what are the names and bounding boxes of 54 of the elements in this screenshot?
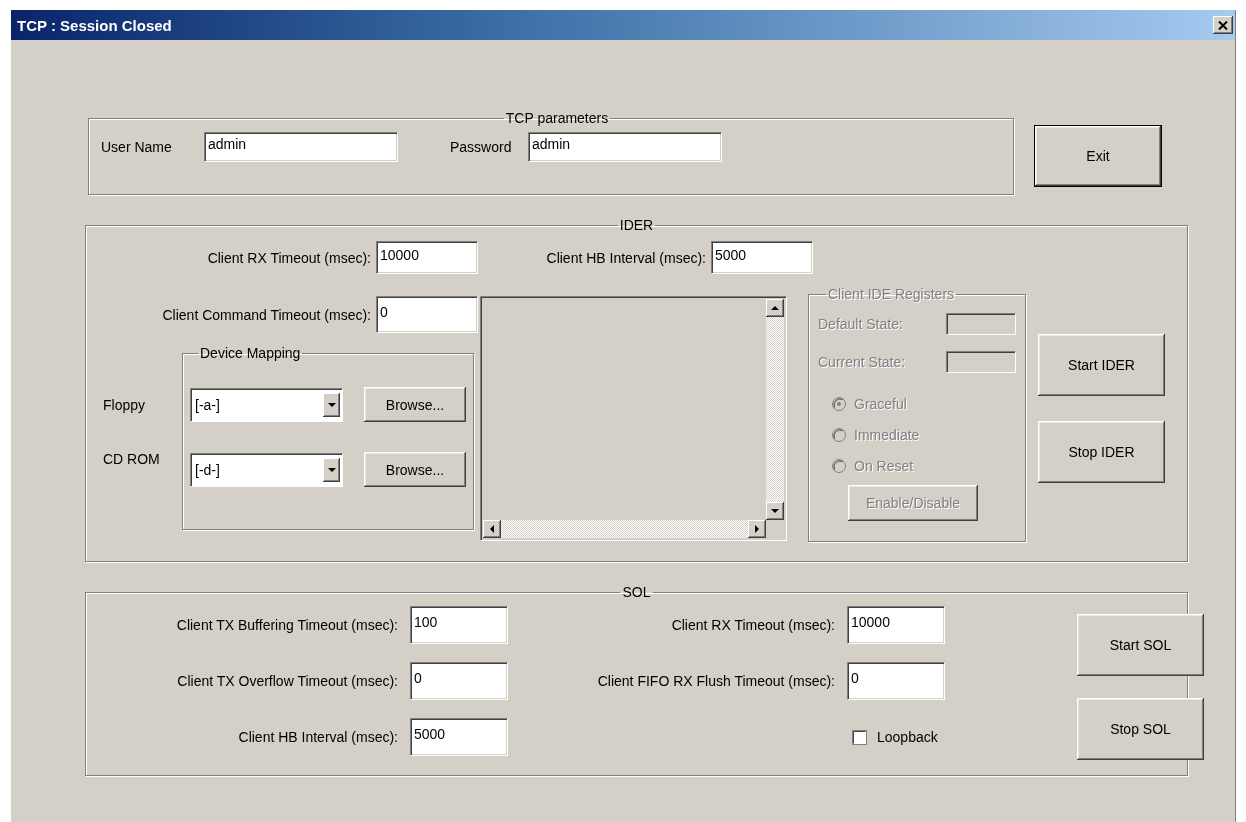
text-field[interactable]: 0: [410, 662, 508, 700]
field-label: Client HB Interval (msec):: [237, 729, 398, 745]
down-arrow-icon: [326, 465, 337, 474]
group-title: IDER: [618, 217, 655, 233]
text-field[interactable]: 10000: [847, 606, 945, 644]
text-field[interactable]: 0: [376, 296, 478, 333]
right-arrow-icon: [753, 524, 761, 534]
browse-button[interactable]: Browse...: [364, 387, 466, 422]
horizontal-scrollbar[interactable]: [483, 520, 766, 538]
window-title: TCP : Session Closed: [17, 16, 172, 34]
field-label: Current State:: [818, 354, 907, 370]
device-label: CD ROM: [103, 451, 161, 467]
left-arrow-icon: [488, 524, 496, 534]
text-field[interactable]: 5000: [711, 241, 813, 274]
down-arrow-icon: [770, 507, 780, 515]
stop-sol-button[interactable]: Stop SOL: [1077, 698, 1204, 760]
start-ider-button[interactable]: Start IDER: [1038, 334, 1165, 396]
radio-label: Graceful: [854, 395, 907, 412]
stop-ider-button[interactable]: Stop IDER: [1038, 421, 1165, 483]
device-label: Floppy: [103, 397, 147, 413]
text-field[interactable]: admin: [204, 132, 398, 162]
text-field[interactable]: 0: [847, 662, 945, 700]
field-label: Client TX Overflow Timeout (msec):: [176, 673, 398, 689]
field-label: Client RX Timeout (msec):: [206, 249, 371, 266]
vertical-scrollbar[interactable]: [766, 299, 784, 520]
group-title: Client IDE Registers: [827, 286, 956, 302]
text-field[interactable]: 100: [410, 606, 508, 644]
browse-button[interactable]: Browse...: [364, 452, 466, 487]
field-label: Client Command Timeout (msec):: [161, 306, 371, 323]
up-arrow-icon: [770, 304, 780, 312]
close-icon: [1218, 20, 1228, 30]
start-sol-button[interactable]: Start SOL: [1077, 614, 1204, 676]
checkbox-label: Loopback: [877, 729, 938, 745]
field-label: Client RX Timeout (msec):: [670, 617, 835, 633]
field-label: Default State:: [818, 316, 904, 332]
field-label: Client TX Buffering Timeout (msec):: [175, 617, 398, 633]
exit-button[interactable]: Exit: [1034, 125, 1162, 187]
field-label: User Name: [101, 139, 173, 155]
text-field[interactable]: 10000: [376, 241, 478, 274]
group-title: Device Mapping: [199, 345, 302, 361]
field-label: Client HB Interval (msec):: [545, 249, 706, 266]
down-arrow-icon: [326, 400, 337, 409]
radio-label: On Reset: [854, 457, 914, 474]
checkbox[interactable]: [852, 729, 867, 745]
group-title: SOL: [621, 584, 652, 600]
field-label: Password: [450, 139, 513, 155]
close-button[interactable]: [1213, 16, 1233, 34]
group-title: TCP parameters: [504, 110, 610, 126]
drive-dropdown[interactable]: [-a-]: [190, 387, 343, 422]
text-field[interactable]: admin: [528, 132, 722, 162]
drive-dropdown[interactable]: [-d-]: [190, 452, 343, 487]
radio-label: Immediate: [854, 426, 920, 443]
field-label: Client FIFO RX Flush Timeout (msec):: [596, 673, 835, 689]
text-field[interactable]: 5000: [410, 718, 508, 756]
